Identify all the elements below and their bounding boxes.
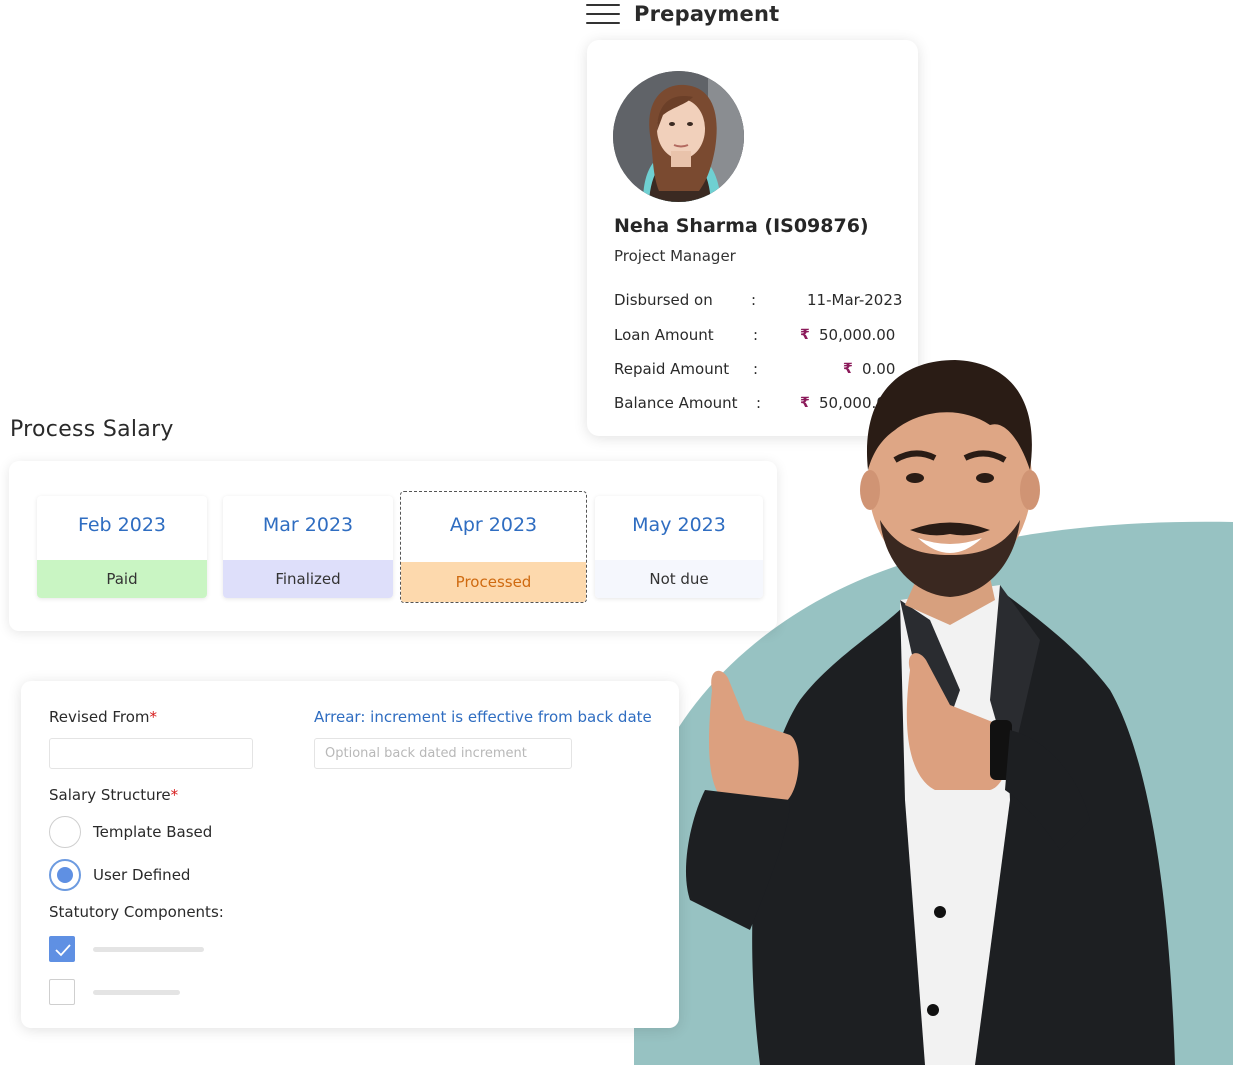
statutory-checkbox-2[interactable] <box>49 979 75 1005</box>
menu-icon[interactable] <box>586 1 620 27</box>
month-label: Mar 2023 <box>262 514 354 536</box>
balance-amount-row: Balance Amount : ₹ 50,000.0 <box>614 394 914 416</box>
prepayment-header: Prepayment <box>586 0 779 28</box>
revised-from-input[interactable] <box>49 738 253 769</box>
user-defined-label: User Defined <box>93 866 191 884</box>
month-status-badge: Paid <box>37 560 207 598</box>
employee-avatar <box>613 71 744 202</box>
process-salary-title: Process Salary <box>10 417 174 442</box>
month-status-badge: Processed <box>401 562 586 602</box>
employee-profile-card: Neha Sharma (IS09876) Project Manager Di… <box>587 40 918 436</box>
arrear-info-text: Arrear: increment is effective from back… <box>314 708 652 726</box>
revised-from-label: Revised From* <box>49 708 158 726</box>
repaid-amount-row: Repaid Amount : ₹ 0.00 <box>614 360 914 382</box>
disbursed-on-row: Disbursed on : 11-Mar-2023 <box>614 291 914 313</box>
month-label: Apr 2023 <box>449 514 538 536</box>
month-status-badge: Not due <box>595 560 763 598</box>
employee-role: Project Manager <box>614 247 736 265</box>
template-based-label: Template Based <box>93 823 213 841</box>
row-colon: : <box>756 394 762 412</box>
row-value: 50,000.0 <box>819 394 886 412</box>
row-value: 50,000.00 <box>819 326 896 344</box>
month-card-apr[interactable]: Apr 2023 Processed <box>400 491 587 603</box>
user-defined-radio[interactable] <box>49 859 81 891</box>
statutory-item-placeholder <box>93 990 180 995</box>
salary-revision-form: Revised From* Arrear: increment is effec… <box>21 681 679 1028</box>
check-icon <box>55 944 71 957</box>
row-colon: : <box>751 291 757 309</box>
row-colon: : <box>753 360 759 378</box>
month-status-badge: Finalized <box>223 560 393 598</box>
loan-amount-row: Loan Amount : ₹ 50,000.00 <box>614 326 914 348</box>
row-label: Repaid Amount <box>614 360 730 378</box>
rupee-icon: ₹ <box>800 327 810 343</box>
prepayment-title: Prepayment <box>634 2 780 26</box>
statutory-item-placeholder <box>93 947 204 952</box>
month-label: May 2023 <box>632 514 726 536</box>
row-value: 0.00 <box>862 360 896 378</box>
salary-structure-label: Salary Structure* <box>49 786 179 804</box>
month-label: Feb 2023 <box>77 514 167 536</box>
row-label: Balance Amount <box>614 394 738 412</box>
process-salary-card: Feb 2023 Paid Mar 2023 Finalized Apr 202… <box>9 461 777 631</box>
row-label: Loan Amount <box>614 326 714 344</box>
month-card-mar[interactable]: Mar 2023 Finalized <box>223 496 393 598</box>
row-colon: : <box>753 326 759 344</box>
employee-name: Neha Sharma (IS09876) <box>614 215 869 237</box>
arrear-input[interactable] <box>314 738 572 769</box>
template-based-radio[interactable] <box>49 816 81 848</box>
rupee-icon: ₹ <box>800 395 810 411</box>
row-label: Disbursed on <box>614 291 713 309</box>
month-card-feb[interactable]: Feb 2023 Paid <box>37 496 207 598</box>
rupee-icon: ₹ <box>843 361 853 377</box>
statutory-components-label: Statutory Components: <box>49 903 224 921</box>
statutory-checkbox-1[interactable] <box>49 936 75 962</box>
row-value: 11-Mar-2023 <box>807 291 903 309</box>
month-card-may[interactable]: May 2023 Not due <box>595 496 763 598</box>
